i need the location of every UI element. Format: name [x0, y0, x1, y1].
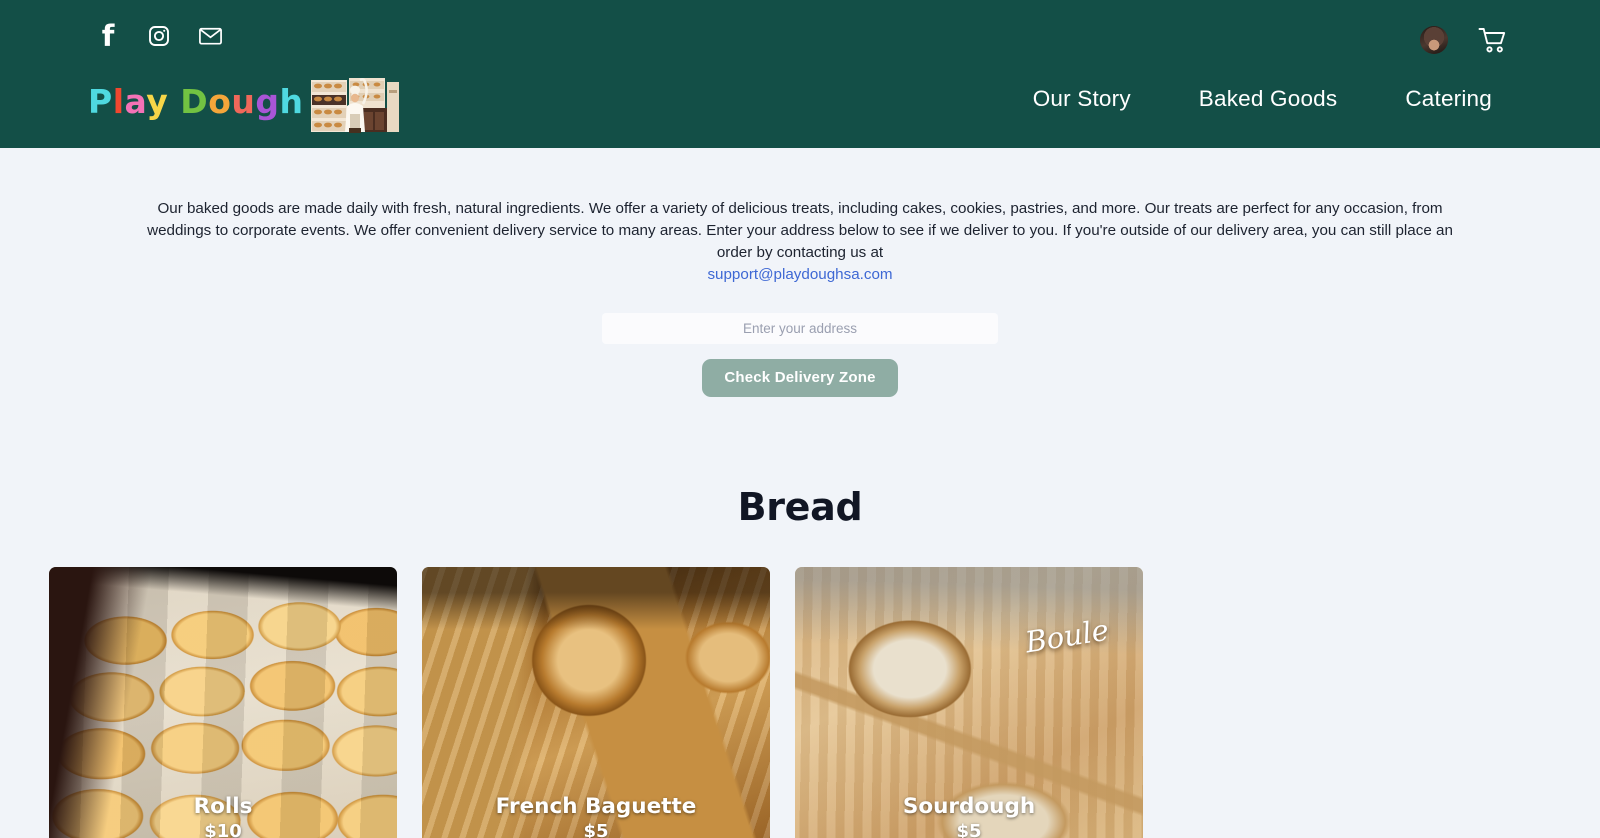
section-title-bread: Bread: [737, 485, 863, 529]
intro-paragraph: Our baked goods are made daily with fres…: [147, 200, 1453, 261]
product-card-rolls[interactable]: Rolls $10: [49, 567, 397, 838]
logo-letter: P: [88, 82, 113, 121]
delivery-intro-section: Our baked goods are made daily with fres…: [0, 148, 1600, 397]
product-card-sourdough[interactable]: Boule Sourdough $5: [795, 567, 1143, 838]
sourdough-photo: [795, 567, 1143, 838]
rolls-photo: [49, 567, 397, 838]
logo-letter: a: [124, 82, 147, 121]
facebook-glyph: f: [101, 18, 115, 53]
nav-item-catering[interactable]: Catering: [1405, 86, 1492, 112]
product-card-grid: Rolls $10 French Baguette $5 Boule Sourd…: [0, 567, 1600, 838]
logo-letter: o: [208, 82, 232, 121]
brand-logo[interactable]: Play Dough: [88, 70, 402, 133]
facebook-icon[interactable]: f: [95, 18, 121, 53]
site-header: f Play Dough Our Story Baked Goods Cater…: [0, 0, 1600, 148]
address-input[interactable]: [602, 313, 998, 344]
check-delivery-zone-button[interactable]: Check Delivery Zone: [702, 359, 898, 397]
instagram-icon[interactable]: [146, 22, 172, 50]
logo-letter: [168, 82, 180, 121]
logo-wordmark: Play Dough: [88, 85, 303, 118]
shopping-cart-icon[interactable]: [1478, 26, 1508, 54]
nav-item-our-story[interactable]: Our Story: [1033, 86, 1131, 112]
product-card-french-baguette[interactable]: French Baguette $5: [422, 567, 770, 838]
social-links: f: [95, 18, 223, 53]
main-navigation: Our Story Baked Goods Catering: [1033, 86, 1492, 112]
logo-letter: h: [279, 82, 304, 121]
logo-letter: y: [146, 82, 169, 121]
bread-section: Bread Rolls $10 French Baguette $5 Boule…: [0, 485, 1600, 838]
baker-illustration: [309, 74, 402, 133]
nav-item-baked-goods[interactable]: Baked Goods: [1199, 86, 1338, 112]
logo-letter: g: [255, 82, 280, 121]
email-icon[interactable]: [197, 22, 223, 50]
french-baguette-photo: [422, 567, 770, 838]
user-avatar[interactable]: [1420, 26, 1448, 54]
header-utilities: [1420, 26, 1508, 54]
logo-letter: l: [112, 82, 125, 121]
logo-letter: u: [231, 82, 256, 121]
address-input-row: [0, 313, 1600, 344]
support-email-link[interactable]: support@playdoughsa.com: [0, 264, 1600, 286]
logo-letter: D: [180, 82, 209, 121]
check-delivery-row: Check Delivery Zone: [0, 359, 1600, 397]
